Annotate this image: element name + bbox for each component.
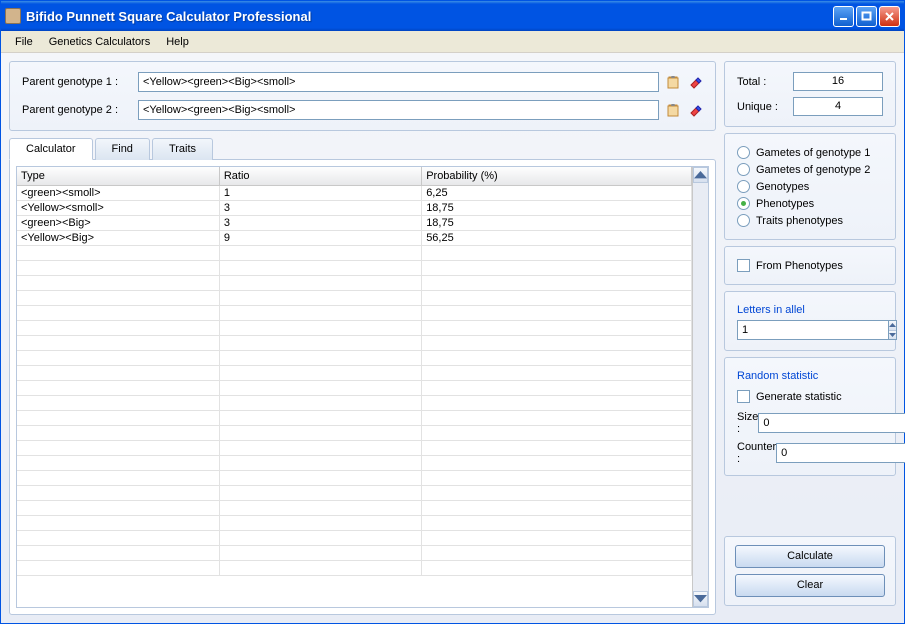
table-row — [17, 290, 692, 305]
checkbox-from-phenotypes[interactable]: ✓From Phenotypes — [737, 257, 883, 274]
total-label: Total : — [737, 76, 793, 88]
tab-calculator[interactable]: Calculator — [9, 138, 93, 160]
titlebar: Bifido Punnett Square Calculator Profess… — [1, 1, 904, 31]
scrollbar[interactable] — [692, 167, 708, 607]
letters-title: Letters in allel — [737, 304, 883, 316]
scroll-down-icon[interactable] — [693, 591, 708, 607]
letters-spinner[interactable] — [737, 320, 889, 340]
total-value: 16 — [793, 72, 883, 91]
table-row — [17, 245, 692, 260]
radio-genotypes-label: Genotypes — [756, 181, 809, 193]
radio-phenotypes[interactable]: Phenotypes — [737, 195, 883, 212]
close-button[interactable] — [879, 6, 900, 27]
table-row — [17, 440, 692, 455]
table-row — [17, 335, 692, 350]
window-title: Bifido Punnett Square Calculator Profess… — [26, 9, 833, 24]
menu-genetics-calculators[interactable]: Genetics Calculators — [41, 34, 159, 50]
unique-label: Unique : — [737, 101, 793, 113]
menu-help[interactable]: Help — [158, 34, 197, 50]
radio-gametes-2-label: Gametes of genotype 2 — [756, 164, 870, 176]
tab-body: Type Ratio Probability (%) <green><smoll… — [9, 159, 716, 615]
table-row[interactable]: <green><Big>318,75 — [17, 215, 692, 230]
spin-down-icon[interactable] — [889, 331, 896, 340]
radio-traits-phenotypes[interactable]: Traits phenotypes — [737, 212, 883, 229]
clear-button[interactable]: Clear — [735, 574, 885, 597]
table-row — [17, 365, 692, 380]
parent2-input[interactable] — [138, 100, 659, 120]
app-window: Bifido Punnett Square Calculator Profess… — [0, 0, 905, 624]
calculate-button[interactable]: Calculate — [735, 545, 885, 568]
table-row — [17, 260, 692, 275]
table-row — [17, 380, 692, 395]
options-panel: Gametes of genotype 1 Gametes of genotyp… — [724, 133, 896, 240]
spin-up-icon[interactable] — [889, 321, 896, 331]
table-row — [17, 515, 692, 530]
col-probability[interactable]: Probability (%) — [422, 167, 692, 185]
parent1-input[interactable] — [138, 72, 659, 92]
size-label: Size : — [737, 411, 758, 435]
table-row — [17, 560, 692, 575]
random-title: Random statistic — [737, 370, 883, 382]
tabstrip: Calculator Find Traits — [9, 138, 716, 160]
table-row — [17, 485, 692, 500]
size-spinner[interactable] — [758, 413, 905, 433]
tab-find[interactable]: Find — [95, 138, 150, 160]
table-row — [17, 305, 692, 320]
radio-gametes-2[interactable]: Gametes of genotype 2 — [737, 161, 883, 178]
scroll-up-icon[interactable] — [693, 167, 708, 183]
parents-panel: Parent genotype 1 : Parent genotype 2 : — [9, 61, 716, 131]
minimize-button[interactable] — [833, 6, 854, 27]
radio-gametes-1[interactable]: Gametes of genotype 1 — [737, 144, 883, 161]
radio-gametes-1-label: Gametes of genotype 1 — [756, 147, 870, 159]
table-row — [17, 350, 692, 365]
from-phenotypes-label: From Phenotypes — [756, 260, 843, 272]
table-row — [17, 425, 692, 440]
results-grid[interactable]: Type Ratio Probability (%) <green><smoll… — [16, 166, 709, 608]
col-ratio[interactable]: Ratio — [219, 167, 421, 185]
eraser-icon[interactable] — [687, 74, 703, 90]
unique-value: 4 — [793, 97, 883, 116]
random-statistic-panel: Random statistic ✓Generate statistic Siz… — [724, 357, 896, 476]
counter-field[interactable] — [776, 443, 905, 463]
parent1-label: Parent genotype 1 : — [22, 76, 132, 88]
menubar: File Genetics Calculators Help — [1, 31, 904, 53]
table-row — [17, 275, 692, 290]
results-table: Type Ratio Probability (%) <green><smoll… — [17, 167, 692, 576]
table-row — [17, 545, 692, 560]
client-area: Parent genotype 1 : Parent genotype 2 : — [1, 53, 904, 623]
table-row[interactable]: <green><smoll>16,25 — [17, 185, 692, 200]
paste-icon[interactable] — [665, 102, 681, 118]
table-row — [17, 500, 692, 515]
letters-panel: Letters in allel — [724, 291, 896, 351]
from-phenotypes-panel: ✓From Phenotypes — [724, 246, 896, 285]
counter-label: Counter : — [737, 441, 776, 465]
parent2-label: Parent genotype 2 : — [22, 104, 132, 116]
app-icon — [5, 8, 21, 24]
eraser-icon[interactable] — [687, 102, 703, 118]
table-row — [17, 320, 692, 335]
action-panel: Calculate Clear — [724, 536, 896, 606]
table-row[interactable]: <Yellow><Big>956,25 — [17, 230, 692, 245]
table-row — [17, 455, 692, 470]
menu-file[interactable]: File — [7, 34, 41, 50]
radio-genotypes[interactable]: Genotypes — [737, 178, 883, 195]
paste-icon[interactable] — [665, 74, 681, 90]
col-type[interactable]: Type — [17, 167, 219, 185]
tab-traits[interactable]: Traits — [152, 138, 213, 160]
maximize-button[interactable] — [856, 6, 877, 27]
table-row — [17, 530, 692, 545]
table-row — [17, 470, 692, 485]
table-row[interactable]: <Yellow><smoll>318,75 — [17, 200, 692, 215]
table-row — [17, 410, 692, 425]
radio-traits-phenotypes-label: Traits phenotypes — [756, 215, 843, 227]
radio-phenotypes-label: Phenotypes — [756, 198, 814, 210]
table-row — [17, 395, 692, 410]
generate-statistic-label: Generate statistic — [756, 391, 842, 403]
checkbox-generate-statistic[interactable]: ✓Generate statistic — [737, 388, 883, 405]
stats-panel: Total : 16 Unique : 4 — [724, 61, 896, 127]
